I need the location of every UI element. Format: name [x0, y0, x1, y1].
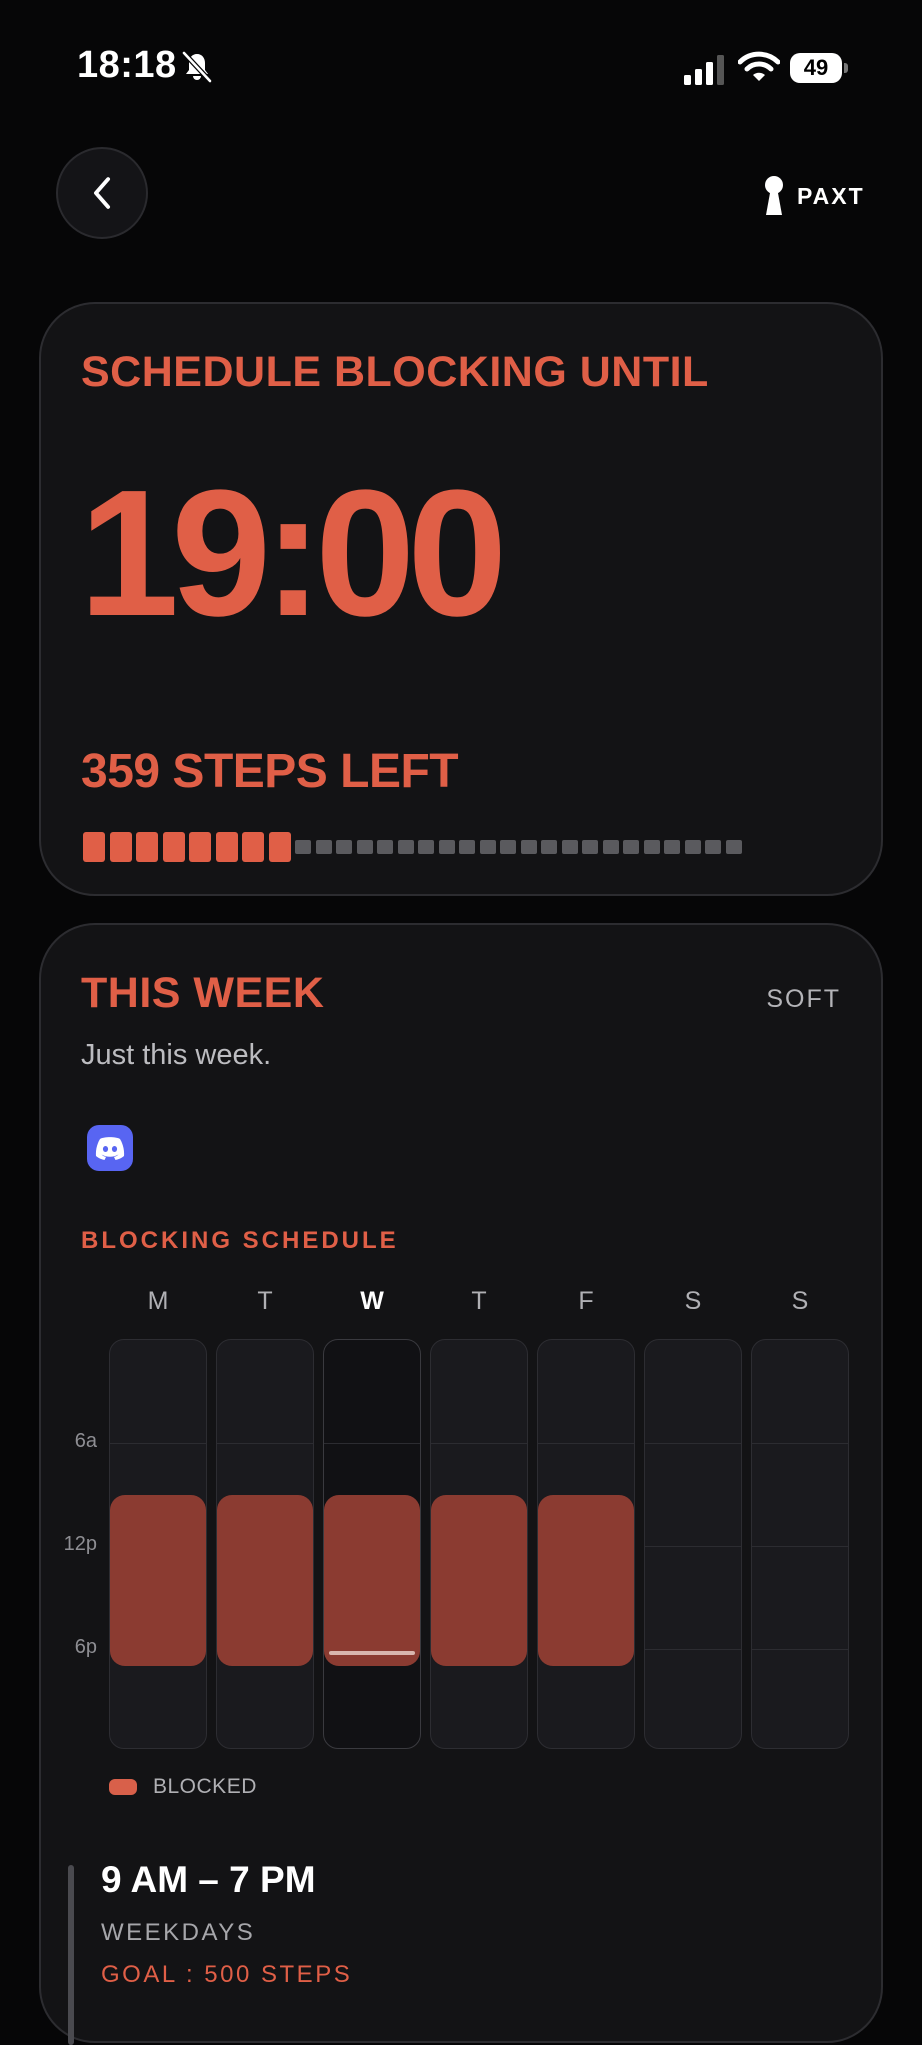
- rule-time-range: 9 AM – 7 PM: [101, 1859, 316, 1900]
- day-column[interactable]: [109, 1339, 207, 1749]
- day-label: T: [471, 1287, 487, 1315]
- y-axis-label: 6p: [74, 1636, 97, 1658]
- progress-segment-empty: [561, 840, 578, 854]
- progress-segment-empty: [356, 840, 373, 854]
- progress-segment-filled: [109, 832, 132, 862]
- day-label: S: [684, 1287, 702, 1315]
- day-column[interactable]: [751, 1339, 849, 1749]
- day-label: S: [791, 1287, 809, 1315]
- steps-progress-bar: [83, 832, 843, 862]
- blocked-range: [110, 1494, 206, 1667]
- gridline: [752, 1649, 848, 1650]
- blocked-range: [538, 1494, 634, 1667]
- back-button[interactable]: [56, 147, 148, 239]
- progress-segment-empty: [664, 840, 680, 854]
- progress-segment-filled: [268, 832, 291, 862]
- day-column[interactable]: [216, 1339, 314, 1749]
- rule-accent-bar: [68, 1865, 74, 2045]
- gridline: [752, 1443, 848, 1444]
- day-column[interactable]: [430, 1339, 528, 1749]
- progress-segment-filled: [242, 832, 264, 862]
- day-column[interactable]: [323, 1339, 421, 1749]
- progress-segment-empty: [602, 840, 619, 854]
- blocked-range: [217, 1494, 313, 1667]
- status-bar: 18:18 49: [0, 0, 922, 135]
- signal-icon: [684, 55, 728, 85]
- progress-segment-empty: [295, 840, 311, 854]
- battery-level: 49: [790, 53, 842, 83]
- gridline: [324, 1443, 420, 1444]
- progress-segment-filled: [215, 832, 238, 862]
- weekly-schedule-chart: 6a 12p 6p M T W T F S S: [41, 925, 885, 1749]
- keyhole-icon: [765, 176, 783, 215]
- blocked-range: [431, 1494, 527, 1667]
- day-column[interactable]: [537, 1339, 635, 1749]
- progress-segment-empty: [623, 840, 639, 854]
- progress-segment-empty: [336, 840, 352, 854]
- chart-legend: BLOCKED: [109, 1775, 257, 1799]
- progress-segment-empty: [705, 840, 721, 854]
- chevron-left-icon: [93, 177, 111, 209]
- progress-segment-empty: [684, 840, 701, 854]
- progress-segment-empty: [438, 840, 455, 854]
- progress-segment-empty: [643, 840, 660, 854]
- legend-swatch-blocked: [109, 1779, 137, 1795]
- progress-segment-empty: [479, 840, 496, 854]
- progress-segment-empty: [418, 840, 434, 854]
- blocking-until-time: 19:00: [79, 453, 507, 654]
- progress-segment-empty: [582, 840, 598, 854]
- legend-label-blocked: BLOCKED: [153, 1775, 257, 1798]
- progress-segment-empty: [315, 840, 332, 854]
- day-label: M: [147, 1287, 169, 1315]
- rule-days: WEEKDAYS: [101, 1919, 256, 1946]
- progress-segment-filled: [162, 832, 185, 862]
- gridline: [645, 1443, 741, 1444]
- gridline: [752, 1546, 848, 1547]
- progress-segment-empty: [377, 840, 393, 854]
- blocked-range: [324, 1494, 420, 1667]
- day-column[interactable]: [644, 1339, 742, 1749]
- y-axis-label: 6a: [74, 1430, 97, 1452]
- progress-segment-empty: [520, 840, 537, 854]
- progress-segment-empty: [500, 840, 516, 854]
- blocking-until-card[interactable]: SCHEDULE BLOCKING UNTIL 19:00 359 STEPS …: [39, 302, 883, 896]
- progress-segment-filled: [189, 832, 211, 862]
- bell-slash-icon: [180, 50, 214, 84]
- gridline: [217, 1443, 313, 1444]
- status-time: 18:18: [77, 44, 177, 86]
- day-label: T: [257, 1287, 273, 1315]
- battery-icon: 49: [790, 53, 848, 83]
- progress-segment-empty: [397, 840, 414, 854]
- progress-segment-empty: [541, 840, 557, 854]
- blocking-until-title: SCHEDULE BLOCKING UNTIL: [81, 348, 709, 396]
- progress-segment-empty: [459, 840, 475, 854]
- day-label: W: [360, 1287, 384, 1315]
- progress-segment-filled: [83, 832, 105, 862]
- steps-left: 359 STEPS LEFT: [81, 745, 459, 798]
- day-label: F: [578, 1287, 594, 1315]
- brand-logo: PAXT: [763, 176, 865, 216]
- brand-name: PAXT: [797, 182, 865, 209]
- gridline: [538, 1443, 634, 1444]
- gridline: [645, 1649, 741, 1650]
- gridline: [645, 1546, 741, 1547]
- week-schedule-card[interactable]: THIS WEEK SOFT Just this week. BLOCKING …: [39, 923, 885, 2045]
- rule-goal: GOAL : 500 STEPS: [101, 1961, 353, 1988]
- progress-segment-empty: [725, 840, 742, 854]
- gridline: [110, 1443, 206, 1444]
- gridline: [431, 1443, 527, 1444]
- wifi-icon: [737, 50, 781, 84]
- current-time-indicator: [329, 1651, 415, 1656]
- y-axis-label: 12p: [63, 1533, 97, 1555]
- progress-segment-filled: [136, 832, 158, 862]
